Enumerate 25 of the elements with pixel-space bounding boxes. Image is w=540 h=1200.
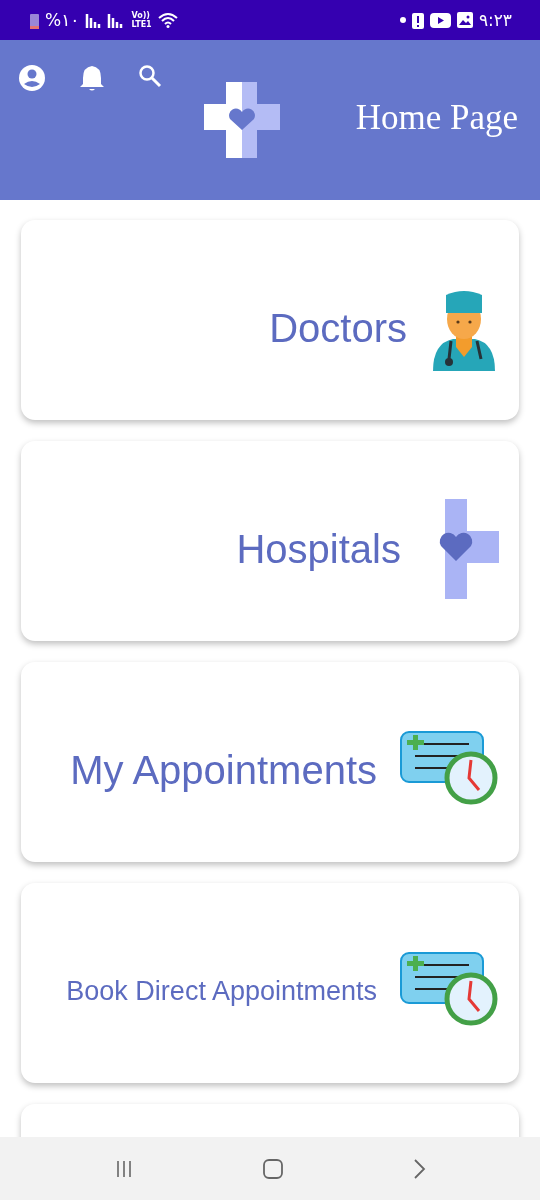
menu-card[interactable]: Doctors	[21, 220, 519, 420]
back-icon[interactable]	[412, 1157, 426, 1180]
alert-icon	[411, 11, 424, 29]
recents-icon[interactable]	[114, 1158, 134, 1179]
search-icon[interactable]	[138, 64, 162, 88]
battery-icon	[30, 11, 39, 29]
menu-card[interactable]: Hospitals	[21, 441, 519, 641]
logo-icon	[204, 82, 280, 158]
clock: ٩:٢٣	[478, 10, 512, 30]
dot-icon	[399, 17, 406, 23]
card-title: Book Direct Appointments	[66, 975, 377, 1007]
card-title: Doctors	[269, 305, 407, 351]
card-title: My Appointments	[70, 747, 377, 793]
home-icon[interactable]	[262, 1157, 284, 1180]
wifi-icon	[157, 12, 178, 28]
image-icon	[456, 12, 473, 28]
card-title: Hospitals	[236, 526, 401, 572]
play-icon	[429, 12, 451, 28]
page-title: Home Page	[355, 97, 518, 138]
account-icon[interactable]	[18, 64, 46, 92]
menu-card[interactable]: Book Direct Appointments	[21, 883, 519, 1083]
bell-icon[interactable]	[80, 64, 104, 92]
battery-level: %١٠	[45, 10, 80, 30]
network-label: Vo)) LTE1	[131, 11, 152, 29]
menu-card[interactable]: My Appointments	[21, 662, 519, 862]
